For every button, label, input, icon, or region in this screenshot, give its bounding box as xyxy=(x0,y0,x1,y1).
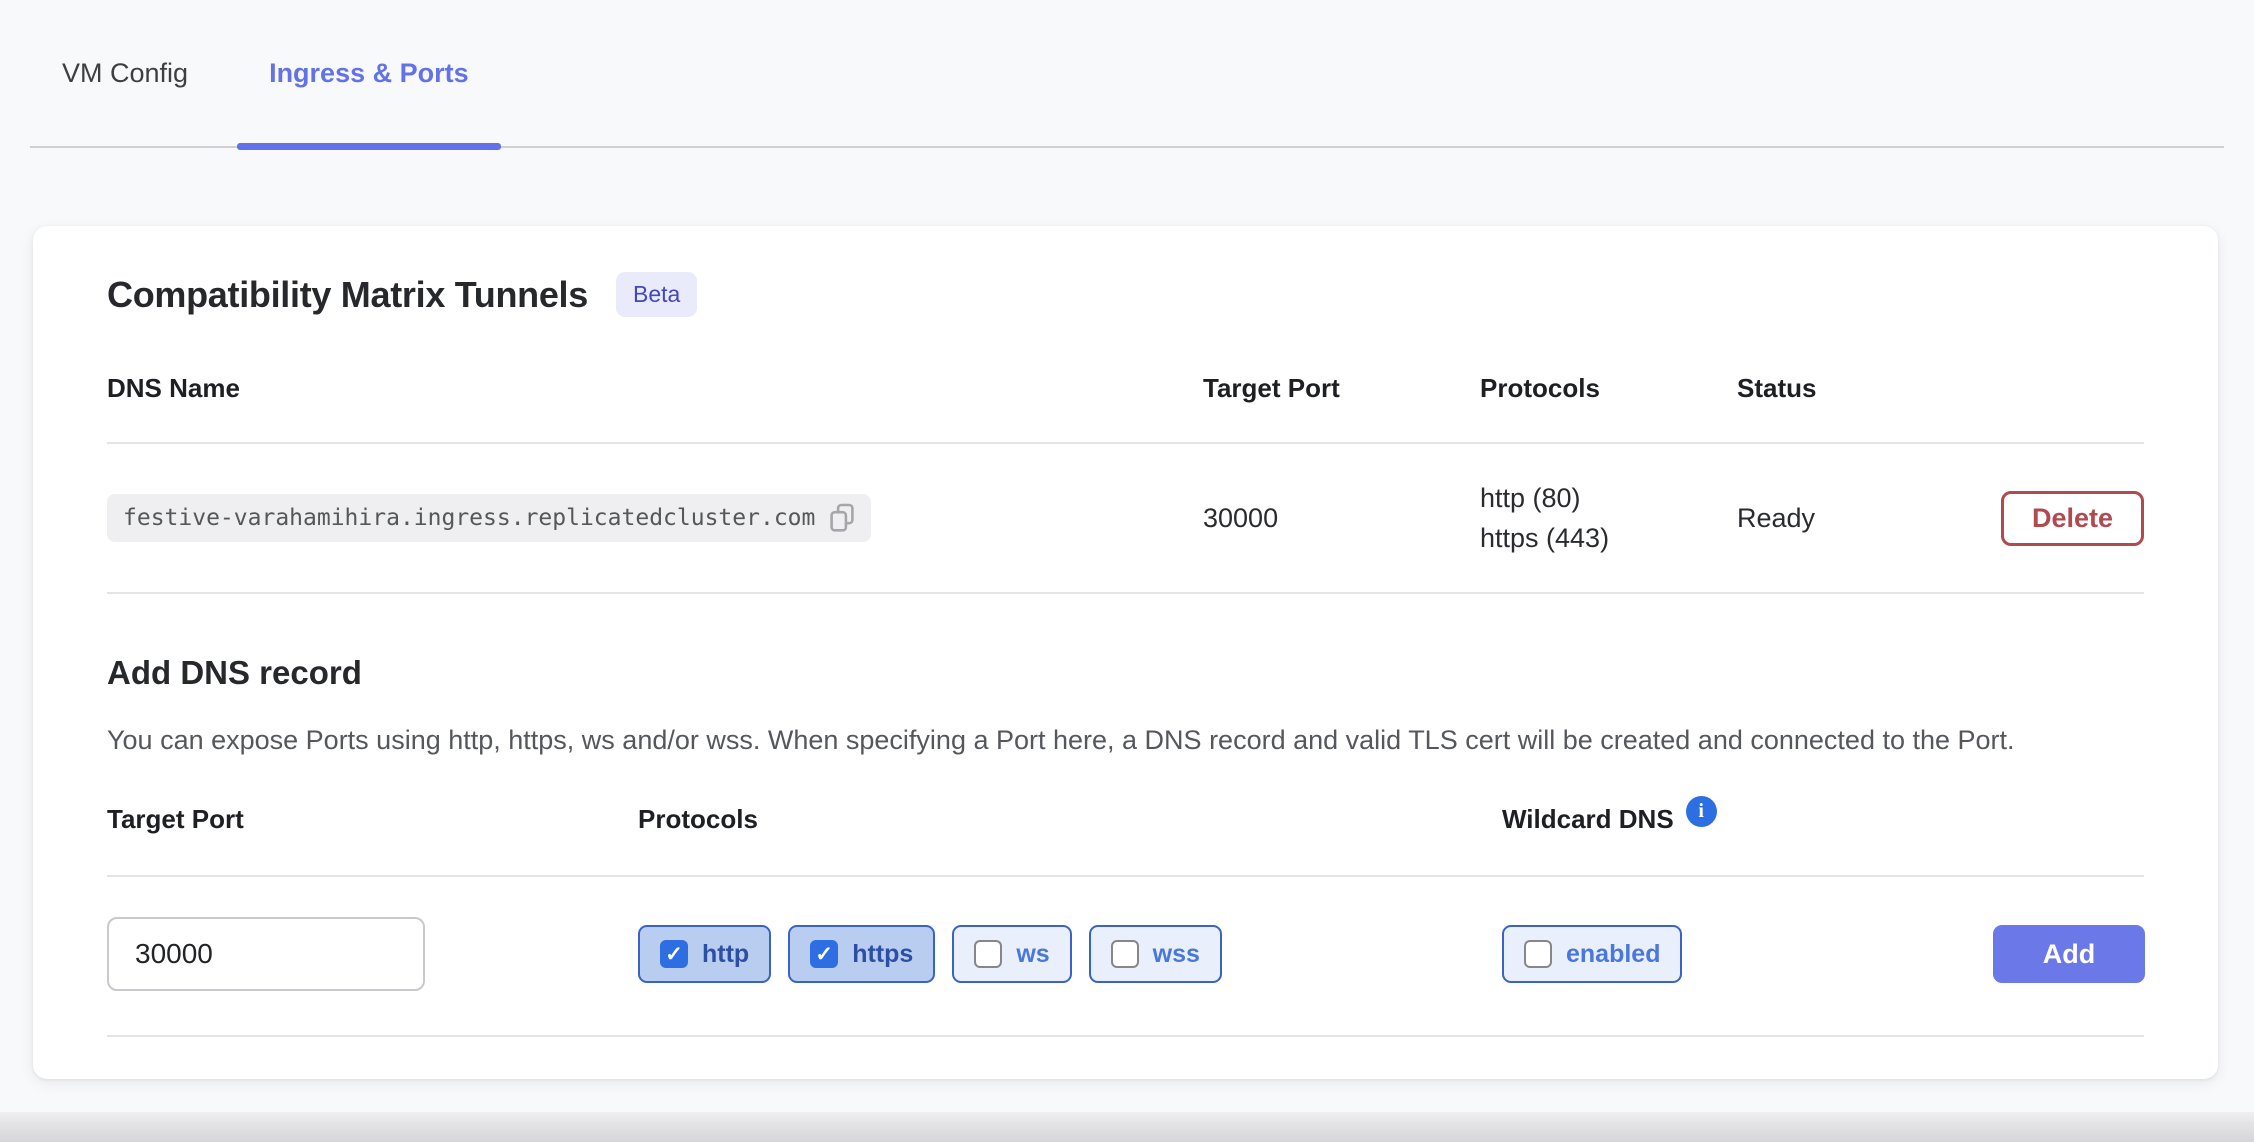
checkbox-icon xyxy=(1111,940,1139,968)
add-dns-form-header: Target Port Protocols Wildcard DNS xyxy=(107,804,2144,877)
col-header-protocols: Protocols xyxy=(1480,373,1737,404)
dns-name-pill: festive-varahamihira.ingress.replicatedc… xyxy=(107,494,871,542)
form-header-spacer xyxy=(1993,804,2144,835)
target-port-input[interactable] xyxy=(107,917,425,991)
dns-name-value: festive-varahamihira.ingress.replicatedc… xyxy=(123,505,815,531)
card-header: Compatibility Matrix Tunnels Beta xyxy=(107,272,2144,317)
target-port-field-cell xyxy=(107,917,638,991)
protocols-checkbox-group: http https ws wss xyxy=(638,925,1502,983)
wildcard-checkbox-cell: enabled xyxy=(1502,925,1993,983)
page-title: Compatibility Matrix Tunnels xyxy=(107,274,588,316)
dns-name-cell: festive-varahamihira.ingress.replicatedc… xyxy=(107,494,1203,542)
protocol-checkbox-label: ws xyxy=(1016,940,1049,969)
info-icon[interactable] xyxy=(1686,796,1717,827)
protocol-checkbox-wss[interactable]: wss xyxy=(1089,925,1222,983)
wildcard-dns-label: Wildcard DNS xyxy=(1502,804,1674,835)
checkbox-icon xyxy=(660,940,688,968)
checkbox-icon xyxy=(1524,940,1552,968)
tab-vm-config[interactable]: VM Config xyxy=(30,0,220,146)
beta-badge: Beta xyxy=(616,272,697,317)
add-dns-description: You can expose Ports using http, https, … xyxy=(107,720,2144,760)
protocol-checkbox-label: https xyxy=(852,940,913,969)
checkbox-icon xyxy=(974,940,1002,968)
table-row: festive-varahamihira.ingress.replicatedc… xyxy=(107,444,2144,594)
protocol-checkbox-label: http xyxy=(702,940,749,969)
delete-button[interactable]: Delete xyxy=(2001,491,2144,546)
tab-ingress-ports[interactable]: Ingress & Ports xyxy=(237,0,501,146)
add-dns-title: Add DNS record xyxy=(107,654,2144,692)
copy-icon[interactable] xyxy=(829,503,855,533)
page-bottom-shade xyxy=(0,1112,2254,1142)
target-port-cell: 30000 xyxy=(1203,503,1480,534)
col-header-target-port: Target Port xyxy=(1203,373,1480,404)
col-header-dns-name: DNS Name xyxy=(107,373,1203,404)
tunnels-card: Compatibility Matrix Tunnels Beta DNS Na… xyxy=(33,226,2218,1079)
protocol-checkbox-ws[interactable]: ws xyxy=(952,925,1071,983)
col-header-status: Status xyxy=(1737,373,2144,404)
status-value: Ready xyxy=(1737,503,1815,534)
form-label-protocols: Protocols xyxy=(638,804,1502,835)
protocol-checkbox-http[interactable]: http xyxy=(638,925,771,983)
wildcard-checkbox-label: enabled xyxy=(1566,940,1660,969)
checkbox-icon xyxy=(810,940,838,968)
wildcard-enabled-checkbox[interactable]: enabled xyxy=(1502,925,1682,983)
protocol-checkbox-label: wss xyxy=(1153,940,1200,969)
protocol-line: http (80) xyxy=(1480,478,1737,518)
add-button[interactable]: Add xyxy=(1993,925,2145,983)
add-dns-form-controls: http https ws wss enabled Add xyxy=(107,877,2144,1037)
protocol-line: https (443) xyxy=(1480,518,1737,558)
form-label-wildcard-dns: Wildcard DNS xyxy=(1502,804,1993,835)
form-label-target-port: Target Port xyxy=(107,804,638,835)
status-action-cell: Ready Delete xyxy=(1737,491,2144,546)
tab-bar: VM Config Ingress & Ports xyxy=(30,0,2224,148)
tunnels-table-header: DNS Name Target Port Protocols Status xyxy=(107,373,2144,444)
protocol-checkbox-https[interactable]: https xyxy=(788,925,935,983)
protocols-cell: http (80) https (443) xyxy=(1480,478,1737,558)
